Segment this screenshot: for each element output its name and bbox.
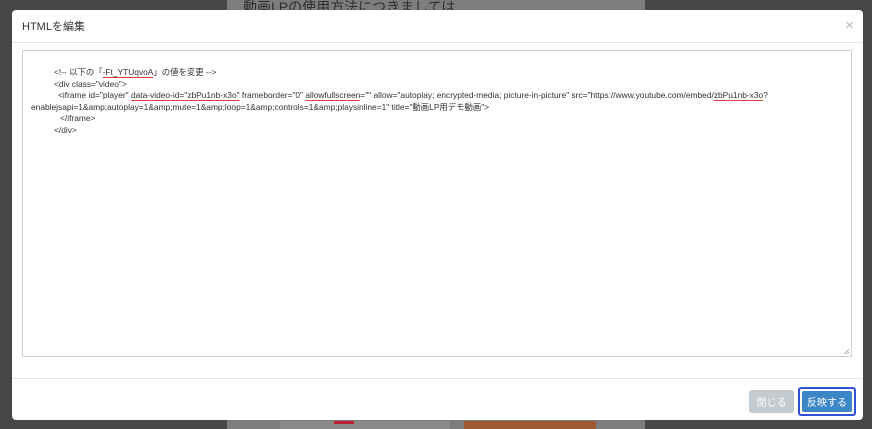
code-line: <!-- 以下の「-Ft_YTUqvoA」の値を変更 --> [30, 67, 842, 79]
modal-header: HTMLを編集 × [12, 10, 863, 43]
html-code-textarea[interactable]: <!-- 以下の「-Ft_YTUqvoA」の値を変更 --> <div clas… [22, 50, 852, 357]
background-accent [334, 421, 354, 424]
close-button[interactable]: 閉じる [749, 390, 794, 413]
code-text-data-video-id: data-video-id="zbPu1nb-x3o" [130, 90, 240, 101]
code-text: ="" allow="autoplay; encrypted-media; pi… [360, 90, 714, 101]
background-orange-block [464, 421, 596, 429]
close-icon[interactable]: × [845, 18, 854, 33]
apply-button[interactable]: 反映する [798, 387, 856, 416]
code-line: <div class="video"> [54, 78, 127, 89]
code-line: </div> [54, 124, 77, 135]
edit-html-modal: HTMLを編集 × <!-- 以下の「-Ft_YTUqvoA」の値を変更 -->… [12, 10, 863, 420]
code-text-embed-id: zbPu1nb-x3o [713, 90, 764, 101]
code-text: frameborder="0" [239, 90, 306, 101]
apply-button-label: 反映する [802, 391, 852, 412]
resize-handle-icon[interactable] [842, 347, 850, 355]
code-content: <!-- 以下の「-Ft_YTUqvoA」の値を変更 --> <div clas… [30, 67, 842, 137]
code-line: </iframe> [60, 113, 96, 124]
code-line: <iframe id="player" data-video-id="zbPu1… [30, 90, 842, 102]
modal-footer: 閉じる 反映する [12, 378, 863, 420]
modal-title: HTMLを編集 [22, 21, 85, 33]
code-text-allowfullscreen: allowfullscreen [305, 90, 361, 101]
code-text-video-id: -Ft_YTUqvoA [102, 67, 154, 77]
code-text: ? [763, 90, 768, 101]
code-text: 」の値を変更 --> [153, 67, 217, 77]
background-block [280, 421, 450, 429]
code-text: <!-- 以下の「 [54, 67, 103, 77]
code-line: enablejsapi=1&amp;autoplay=1&amp;mute=1&… [31, 101, 490, 112]
code-text: <iframe id="player" [58, 90, 131, 101]
